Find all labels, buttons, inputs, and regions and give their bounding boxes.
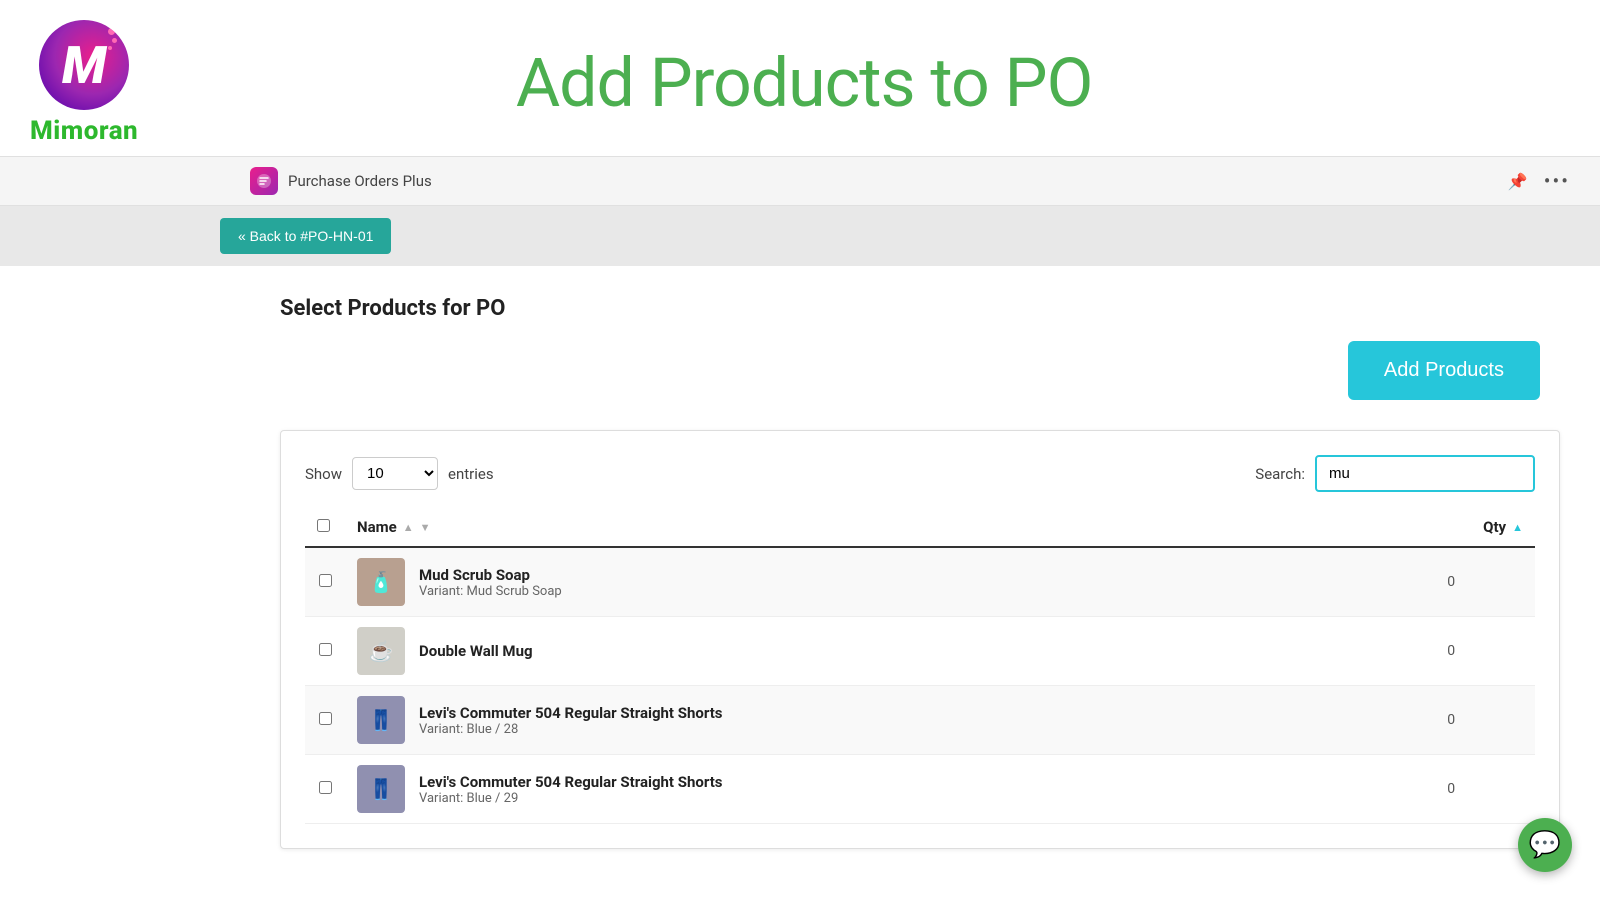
more-menu-icon[interactable]: ••• xyxy=(1544,169,1570,193)
row-checkbox-cell xyxy=(305,617,345,686)
product-info: Mud Scrub SoapVariant: Mud Scrub Soap xyxy=(419,566,562,599)
product-image: 👖 xyxy=(357,696,405,744)
app-name: Purchase Orders Plus xyxy=(288,172,432,190)
add-products-button[interactable]: Add Products xyxy=(1348,341,1540,400)
logo-area: M Mimoran xyxy=(30,20,138,146)
app-icon xyxy=(250,167,278,195)
pin-icon[interactable]: 📌 xyxy=(1508,172,1528,191)
product-name-cell: 👖 Levi's Commuter 504 Regular Straight Sh… xyxy=(357,696,1355,744)
table-card: Show 10 25 50 100 entries Search: xyxy=(280,430,1560,849)
row-qty-cell: 0 xyxy=(1367,617,1535,686)
logo-dot-3 xyxy=(108,46,112,50)
row-checkbox-cell xyxy=(305,547,345,617)
product-image: 🧴 xyxy=(357,558,405,606)
product-name: Mud Scrub Soap xyxy=(419,566,562,584)
show-entries: Show 10 25 50 100 entries xyxy=(305,457,494,490)
product-name-cell: ☕ Double Wall Mug xyxy=(357,627,1355,675)
table-row: 👖 Levi's Commuter 504 Regular Straight Sh… xyxy=(305,755,1535,824)
qty-sort-icon[interactable]: ▲ xyxy=(1512,521,1523,534)
product-variant: Variant: Mud Scrub Soap xyxy=(419,584,562,599)
sort-down-icon[interactable]: ▼ xyxy=(420,521,431,534)
logo-dots xyxy=(108,28,117,50)
product-info: Double Wall Mug xyxy=(419,642,533,660)
product-variant: Variant: Blue / 29 xyxy=(419,791,722,806)
row-checkbox[interactable] xyxy=(319,712,332,725)
select-all-checkbox[interactable] xyxy=(317,519,330,532)
product-info: Levi's Commuter 504 Regular Straight Sho… xyxy=(419,773,722,806)
product-table: Name ▲ ▼ Qty ▲ 🧴 Mud Scrub SoapVariant: M… xyxy=(305,508,1535,824)
sort-up-icon[interactable]: ▲ xyxy=(403,521,414,534)
product-name-cell: 👖 Levi's Commuter 504 Regular Straight Sh… xyxy=(357,765,1355,813)
app-bar-right: 📌 ••• xyxy=(1508,169,1570,193)
toolbar: « Back to #PO-HN-01 xyxy=(0,206,1600,266)
row-name-cell: ☕ Double Wall Mug xyxy=(345,617,1367,686)
header: M Mimoran Add Products to PO xyxy=(0,0,1600,156)
product-image: 👖 xyxy=(357,765,405,813)
row-qty-cell: 0 xyxy=(1367,755,1535,824)
logo-circle: M xyxy=(39,20,129,110)
back-button[interactable]: « Back to #PO-HN-01 xyxy=(220,218,391,254)
table-row: ☕ Double Wall Mug 0 xyxy=(305,617,1535,686)
th-checkbox xyxy=(305,508,345,547)
product-info: Levi's Commuter 504 Regular Straight Sho… xyxy=(419,704,722,737)
product-name: Levi's Commuter 504 Regular Straight Sho… xyxy=(419,773,722,791)
product-image: ☕ xyxy=(357,627,405,675)
row-checkbox[interactable] xyxy=(319,781,332,794)
row-checkbox-cell xyxy=(305,686,345,755)
th-qty: Qty ▲ xyxy=(1367,508,1535,547)
row-name-cell: 👖 Levi's Commuter 504 Regular Straight Sh… xyxy=(345,755,1367,824)
add-products-row: Add Products xyxy=(280,341,1560,400)
table-head: Name ▲ ▼ Qty ▲ xyxy=(305,508,1535,547)
logo-letter: M xyxy=(62,35,106,96)
search-area: Search: xyxy=(1255,455,1535,492)
app-bar-left: Purchase Orders Plus xyxy=(30,167,432,195)
row-name-cell: 🧴 Mud Scrub SoapVariant: Mud Scrub Soap xyxy=(345,547,1367,617)
entries-select[interactable]: 10 25 50 100 xyxy=(352,457,438,490)
product-name-cell: 🧴 Mud Scrub SoapVariant: Mud Scrub Soap xyxy=(357,558,1355,606)
row-checkbox[interactable] xyxy=(319,643,332,656)
page-title: Add Products to PO xyxy=(178,43,1430,123)
logo-dot-1 xyxy=(108,28,115,35)
table-controls: Show 10 25 50 100 entries Search: xyxy=(305,455,1535,492)
product-name: Levi's Commuter 504 Regular Straight Sho… xyxy=(419,704,722,722)
product-variant: Variant: Blue / 28 xyxy=(419,722,722,737)
table-body: 🧴Mud Scrub SoapVariant: Mud Scrub Soap0☕… xyxy=(305,547,1535,824)
app-bar: Purchase Orders Plus 📌 ••• xyxy=(0,156,1600,206)
th-name: Name ▲ ▼ xyxy=(345,508,1367,547)
row-checkbox[interactable] xyxy=(319,574,332,587)
show-label: Show xyxy=(305,465,342,483)
th-qty-label: Qty xyxy=(1483,518,1506,536)
table-row: 🧴 Mud Scrub SoapVariant: Mud Scrub Soap 0 xyxy=(305,547,1535,617)
main-content: Select Products for PO Add Products Show… xyxy=(0,266,1600,879)
search-input[interactable] xyxy=(1315,455,1535,492)
row-checkbox-cell xyxy=(305,755,345,824)
row-qty-cell: 0 xyxy=(1367,686,1535,755)
logo-dot-2 xyxy=(112,38,117,43)
chat-icon: 💬 xyxy=(1529,830,1561,860)
row-qty-cell: 0 xyxy=(1367,547,1535,617)
search-label: Search: xyxy=(1255,465,1305,483)
th-name-label: Name xyxy=(357,518,397,536)
table-row: 👖 Levi's Commuter 504 Regular Straight Sh… xyxy=(305,686,1535,755)
row-name-cell: 👖 Levi's Commuter 504 Regular Straight Sh… xyxy=(345,686,1367,755)
brand-name: Mimoran xyxy=(30,116,138,146)
chat-bubble[interactable]: 💬 xyxy=(1518,818,1572,872)
table-header-row: Name ▲ ▼ Qty ▲ xyxy=(305,508,1535,547)
product-name: Double Wall Mug xyxy=(419,642,533,660)
section-title: Select Products for PO xyxy=(280,296,1560,321)
entries-label: entries xyxy=(448,465,494,483)
